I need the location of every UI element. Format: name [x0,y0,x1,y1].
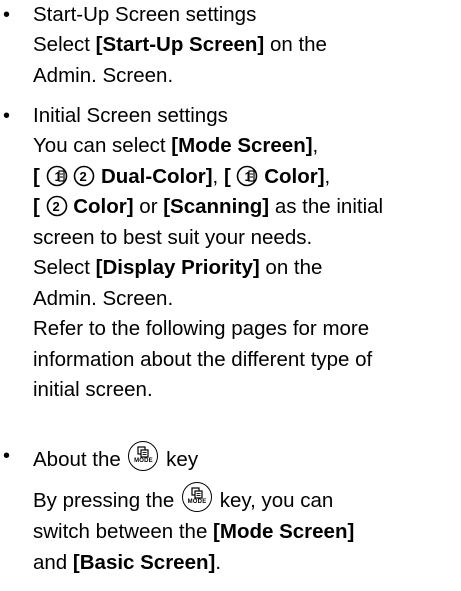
dual-color-ref: Dual-Color] [100,165,213,188]
circled-2-icon: 2 [46,195,67,217]
circled-1-icon: 1 [237,165,258,187]
menu-item-ref: [Start-Up Screen] [95,33,265,56]
location-line: Admin. Screen. [33,64,174,87]
mode-key-line-2: switch between the [Mode Screen] [33,520,355,543]
bullet: • [3,105,11,127]
options-line-1: You can select [Mode Screen], [33,134,319,157]
bullet: • [3,445,11,467]
options-line-4: screen to best suit your needs. [33,226,313,249]
section-title: About the MODE key [33,441,198,476]
color-1-ref: Color] [264,165,325,188]
color-2-ref: Color] [73,195,134,218]
section-title: Start-Up Screen settings [33,3,257,26]
mode-key-line-3: and [Basic Screen]. [33,551,222,574]
instruction-line: Select [Start-Up Screen] on the [33,33,327,56]
mode-key-icon: MODE [182,482,212,512]
mode-screen-ref: [Mode Screen] [213,520,355,543]
svg-text:2: 2 [52,199,59,214]
copy-icon [191,487,203,499]
bullet: • [3,4,11,26]
refer-line-3: initial screen. [33,378,153,401]
basic-screen-ref: [Basic Screen] [72,551,216,574]
instruction-line: Select [Display Priority] on the [33,256,323,279]
scanning-ref: [Scanning] [163,195,270,218]
svg-text:2: 2 [80,169,87,184]
options-line-2: [ 1 2 Dual-Color], [ 1 Color], [33,165,331,188]
location-line: Admin. Screen. [33,287,174,310]
circled-2-icon: 2 [73,165,95,187]
mode-key-line-1: By pressing the MODE key, you can [33,482,333,517]
section-title: Initial Screen settings [33,104,228,127]
mode-key-icon: MODE [128,441,159,471]
refer-line-2: information about the different type of [33,348,373,371]
copy-icon [137,446,150,458]
refer-line-1: Refer to the following pages for more [33,317,370,340]
display-priority-ref: [Display Priority] [95,256,260,279]
circled-1-icon: 1 [46,165,67,187]
options-line-3: [ 2 Color] or [Scanning] as the initial [33,195,384,218]
mode-screen-ref: [Mode Screen] [171,134,313,157]
